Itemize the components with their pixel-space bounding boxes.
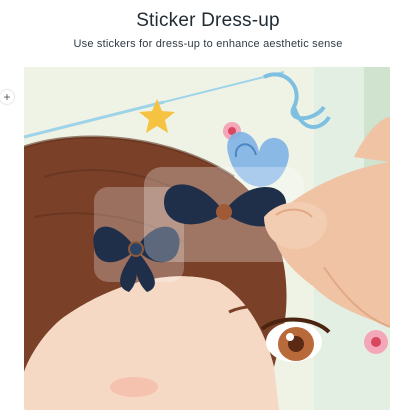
product-photo <box>24 67 390 410</box>
product-feature-panel: Sticker Dress-up Use stickers for dress-… <box>0 0 416 416</box>
page-title: Sticker Dress-up <box>136 10 280 31</box>
sticker-illustration <box>24 67 390 410</box>
plus-icon[interactable]: + <box>0 90 14 104</box>
page-subtitle: Use stickers for dress-up to enhance aes… <box>73 38 343 50</box>
flower-sticker-bottom <box>364 330 388 354</box>
